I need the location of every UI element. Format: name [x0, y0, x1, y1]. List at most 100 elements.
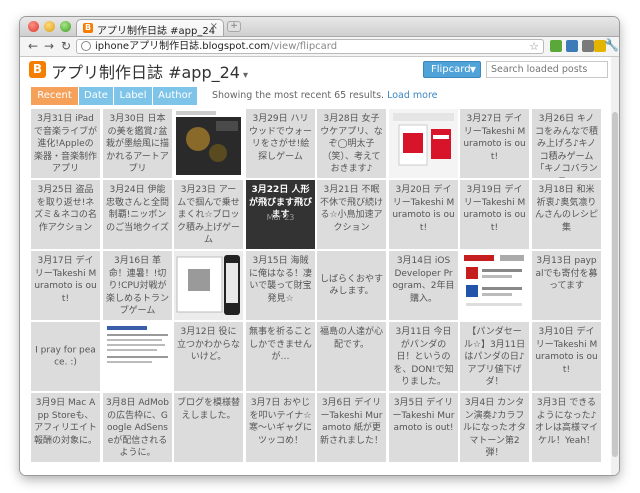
- post-card-thumbnail[interactable]: [103, 322, 172, 391]
- address-bar[interactable]: iphoneアプリ制作日誌.blogspot.com/view/flipcard…: [76, 39, 544, 54]
- title-bar: B アプリ制作日誌 #app_24 × +: [20, 17, 619, 37]
- post-card[interactable]: 【パンダセール☆】3月11日はパンダの日♪アプリ値下げダ！: [460, 322, 529, 391]
- post-card[interactable]: 福島の人達が心配です。: [317, 322, 386, 391]
- post-card[interactable]: I pray for peace. :): [31, 322, 100, 391]
- post-card-title: 3月24日 伊能忠敬さんと全問制覇!ニッポンのご当地クイズ: [106, 185, 170, 233]
- post-card-title: 3月23日 アームで掴んで乗せまくれ☆ブロック積み上げゲーム: [177, 185, 241, 245]
- url-host: iphoneアプリ制作日誌.blogspot.com: [95, 41, 270, 52]
- post-card-thumbnail[interactable]: [174, 109, 243, 178]
- search-input[interactable]: [486, 61, 608, 78]
- post-card[interactable]: 3月12日 役に立つかわからないけど。: [174, 322, 243, 391]
- post-card[interactable]: 3月31日 iPadで音楽ライブが進化!Appleの楽器・音楽制作アプリ: [31, 109, 100, 178]
- post-card[interactable]: 3月8日 AdMobの広告枠に、Google AdSenseが配信されるように。: [103, 393, 172, 462]
- url-path: /view/flipcard: [269, 41, 338, 52]
- post-card[interactable]: ブログを模様替えしました。: [174, 393, 243, 462]
- app-screenshot-image: [174, 251, 243, 320]
- close-tab-icon[interactable]: ×: [210, 21, 218, 32]
- news-page-image: [460, 251, 529, 320]
- wrench-icon[interactable]: 🔧: [604, 38, 619, 52]
- results-summary: Showing the most recent 65 results. Load…: [212, 90, 438, 101]
- bookmark-star-icon[interactable]: ☆: [529, 40, 539, 53]
- minimize-window-button[interactable]: [44, 21, 55, 32]
- post-card-thumbnail[interactable]: [460, 251, 529, 320]
- zoom-window-button[interactable]: [60, 21, 71, 32]
- back-arrow-icon[interactable]: ←: [28, 39, 38, 53]
- post-card[interactable]: 3月15日 海賊に俺はなる！凄いで襲って財宝発見☆: [246, 251, 315, 320]
- post-card[interactable]: 3月28日 女子ウケアプリ、なぞ◯明太子（笑）、考えておきます♪: [317, 109, 386, 178]
- view-select-button[interactable]: Flipcard ▼: [423, 61, 481, 78]
- post-card-title: 3月25日 盗品を取り返せ!ネズミ＆ネコの名作アクション: [34, 185, 97, 233]
- post-card-title: 3月19日 デイリーTakeshi Muramoto is out!: [463, 185, 526, 233]
- blogger-logo-icon[interactable]: B: [29, 61, 46, 78]
- forward-arrow-icon[interactable]: →: [44, 39, 54, 53]
- post-card-title: しばらくおやすみします。: [320, 274, 384, 297]
- post-card[interactable]: 3月25日 盗品を取り返せ!ネズミ＆ネコの名作アクション: [31, 180, 100, 249]
- post-card-thumbnail[interactable]: [389, 109, 458, 178]
- scrollbar-thumb[interactable]: [612, 112, 618, 457]
- extension-gray-icon[interactable]: [582, 40, 594, 52]
- post-card[interactable]: しばらくおやすみします。: [317, 251, 386, 320]
- extension-blue-icon[interactable]: [566, 40, 578, 52]
- scrollbar[interactable]: [611, 57, 619, 475]
- post-card-title: 3月6日 デイリーTakeshi Muramoto 紙が更新されました！: [320, 398, 384, 446]
- post-card-title: 3月13日 paypalでも寄付を募ってます: [535, 256, 598, 291]
- post-card[interactable]: 3月7日 おやじを叩いテイナ☆寒〜いギャグにツッコめ！: [246, 393, 315, 462]
- post-card[interactable]: 3月22日 人形が飛びます飛びます Mar 23: [246, 180, 315, 249]
- post-card[interactable]: 3月23日 アームで掴んで乗せまくれ☆ブロック積み上げゲーム: [174, 180, 243, 249]
- post-card-title: 3月27日 デイリーTakeshi Muramoto is out!: [463, 114, 526, 162]
- post-card-title: 3月17日 デイリーTakeshi Muramoto is out!: [34, 256, 97, 304]
- post-card-title: 福島の人達が心配です。: [320, 327, 384, 350]
- post-card-title: 3月26日 キノコをみんなで積み上げろ♪キノコ積みゲーム「キノコバランス」: [535, 114, 599, 178]
- post-card[interactable]: 3月16日 革命！連暑！!切り!CPU対戦が楽しめるトランプゲーム: [103, 251, 172, 320]
- post-card[interactable]: 3月6日 デイリーTakeshi Muramoto 紙が更新されました！: [317, 393, 386, 462]
- post-card[interactable]: 3月13日 paypalでも寄付を募ってます: [532, 251, 601, 320]
- post-card-title: 3月28日 女子ウケアプリ、なぞ◯明太子（笑）、考えておきます♪: [320, 114, 383, 174]
- post-card[interactable]: 3月30日 日本の美を鑑賞♪盆栽が墨絵風に描かれるアートアプリ: [103, 109, 172, 178]
- post-card-title: 3月30日 日本の美を鑑賞♪盆栽が墨絵風に描かれるアートアプリ: [106, 114, 170, 174]
- reload-icon[interactable]: ↻: [61, 39, 71, 53]
- post-card[interactable]: 3月26日 キノコをみんなで積み上げろ♪キノコ積みゲーム「キノコバランス」: [532, 109, 601, 178]
- tab-date[interactable]: Date: [79, 87, 114, 105]
- new-tab-button[interactable]: +: [227, 21, 241, 32]
- post-card[interactable]: 3月3日 できるようになった♪オレは高様マイケル！Yeah！: [532, 393, 601, 462]
- post-card-title: 3月15日 海賊に俺はなる！凄いで襲って財宝発見☆: [249, 256, 313, 304]
- close-window-button[interactable]: [28, 21, 39, 32]
- browser-window: B アプリ制作日誌 #app_24 × + ← → ↻ iphoneアプリ制作日…: [20, 17, 619, 475]
- post-card-title: 3月4日 カンタン演奏♪カラフルになったオタマトーン第2弾！: [463, 398, 527, 458]
- blog-page: B アプリ制作日誌 #app_24▾ Flipcard▼ Recent Date…: [20, 57, 619, 475]
- tab-recent[interactable]: Recent: [31, 87, 79, 105]
- post-card[interactable]: 3月10日 デイリーTakeshi Muramoto is out!: [532, 322, 601, 391]
- post-card[interactable]: 3月17日 デイリーTakeshi Muramoto is out!: [31, 251, 100, 320]
- blogger-favicon-icon: B: [83, 23, 93, 33]
- load-more-link[interactable]: Load more: [387, 90, 437, 101]
- results-count-text: Showing the most recent 65 results.: [212, 90, 385, 101]
- post-card[interactable]: 無事を祈ることしかできませんが…: [246, 322, 315, 391]
- post-card[interactable]: 3月5日 デイリーTakeshi Muramoto is out!: [389, 393, 458, 462]
- post-card[interactable]: 3月24日 伊能忠敬さんと全問制覇!ニッポンのご当地クイズ: [103, 180, 172, 249]
- post-card[interactable]: 3月27日 デイリーTakeshi Muramoto is out!: [460, 109, 529, 178]
- post-card-title: 3月8日 AdMobの広告枠に、Google AdSenseが配信されるように。: [106, 398, 170, 458]
- post-card[interactable]: 3月9日 Mac App Storeも、アフィリエイト報酬の対象に。: [31, 393, 100, 462]
- post-card[interactable]: 3月19日 デイリーTakeshi Muramoto is out!: [460, 180, 529, 249]
- blog-title-text: アプリ制作日誌 #app_24: [51, 63, 240, 82]
- browser-tab[interactable]: B アプリ制作日誌 #app_24 ×: [76, 19, 224, 37]
- post-card-title: 3月7日 おやじを叩いテイナ☆寒〜いギャグにツッコめ！: [249, 398, 313, 446]
- post-card-title: 3月31日 iPadで音楽ライブが進化!Appleの楽器・音楽制作アプリ: [34, 114, 98, 174]
- extension-evernote-icon[interactable]: [550, 40, 562, 52]
- post-card[interactable]: 3月14日 iOS Developer Program、2年目購入。: [389, 251, 458, 320]
- post-card[interactable]: 3月11日 今日がパンダの日！というのを、DON!で知りました。: [389, 322, 458, 391]
- blog-header: B アプリ制作日誌 #app_24 ▾ Flipcard ▼: [20, 57, 619, 83]
- post-card-thumbnail[interactable]: [174, 251, 243, 320]
- blog-title[interactable]: アプリ制作日誌 #app_24 ▾: [51, 59, 248, 83]
- post-card-title: 3月12日 役に立つかわからないけど。: [177, 327, 241, 362]
- post-card[interactable]: 3月29日 ハリウッドでウォーリをさがせ!絵探しゲーム: [246, 109, 315, 178]
- post-card[interactable]: 3月4日 カンタン演奏♪カラフルになったオタマトーン第2弾！: [460, 393, 529, 462]
- view-select-label: Flipcard: [431, 64, 471, 75]
- post-card[interactable]: 3月20日 デイリーTakeshi Muramoto is out!: [389, 180, 458, 249]
- tab-label[interactable]: Label: [114, 87, 153, 105]
- post-card[interactable]: 3月21日 不眠不休で飛び続ける☆小鳥加速アクション: [317, 180, 386, 249]
- chevron-down-icon: ▾: [242, 70, 249, 81]
- post-card[interactable]: 3月18日 和米祈衷♪奥気凛りんさんのレシピ集: [532, 180, 601, 249]
- tab-author[interactable]: Author: [153, 87, 198, 105]
- document-screenshot-image: [103, 322, 172, 391]
